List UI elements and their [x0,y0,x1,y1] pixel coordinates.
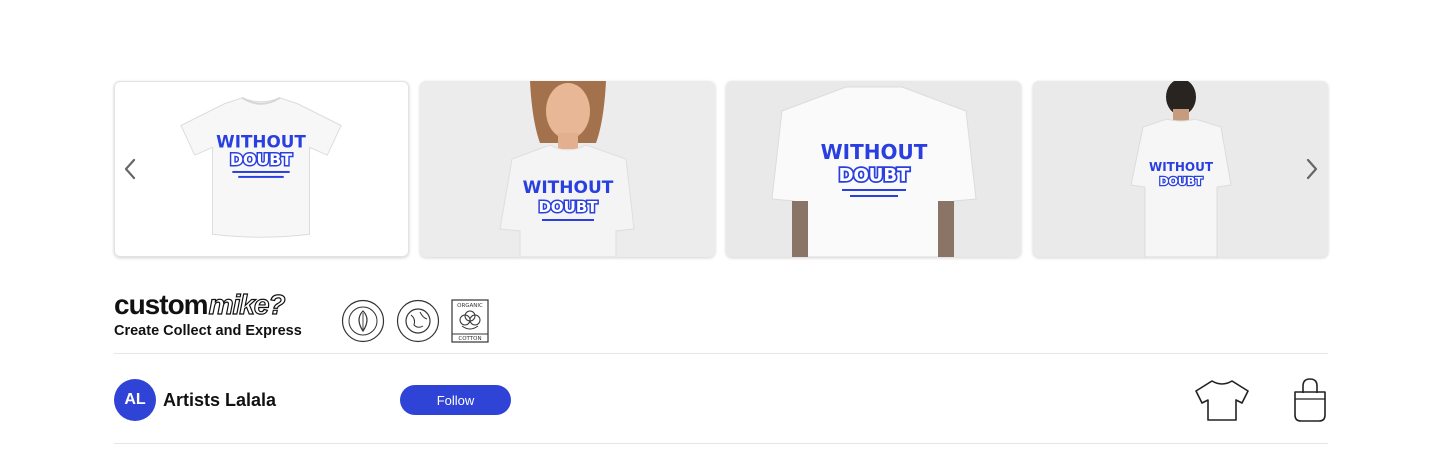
logo-part-mike: mike? [208,289,286,320]
gallery-image-flat-lay[interactable]: WITHOUT DOUBT [114,81,409,257]
gallery-image-model-back-full[interactable]: WITHOUT DOUBT [1033,81,1328,257]
certification-badges: ORGANIC COTTON [341,299,495,343]
leaf-seal-icon [341,299,385,343]
organic-cotton-icon: ORGANIC COTTON [451,299,495,343]
gallery-prev-button[interactable] [116,155,144,183]
divider [114,353,1328,354]
follow-button[interactable]: Follow [400,385,511,415]
tshirt-icon [1195,380,1249,421]
svg-text:DOUBT: DOUBT [230,150,292,169]
model-back-closeup-image: WITHOUT DOUBT [771,86,977,257]
svg-text:WITHOUT: WITHOUT [1149,160,1214,174]
shopping-bag-icon [1294,378,1326,422]
gallery-image-model-front[interactable]: WITHOUT DOUBT [420,81,715,257]
svg-text:WITHOUT: WITHOUT [216,131,306,151]
badge-bottom-text: COTTON [458,336,481,342]
svg-text:WITHOUT: WITHOUT [523,178,614,198]
brand-block: custom mike? Create Collect and Express [114,289,302,339]
svg-text:DOUBT: DOUBT [839,165,911,186]
avatar[interactable]: AL [114,379,156,421]
svg-text:WITHOUT: WITHOUT [821,140,928,164]
brand-tagline: Create Collect and Express [114,323,302,339]
artist-name[interactable]: Artists Lalala [163,390,276,411]
divider [114,443,1328,444]
svg-text:DOUBT: DOUBT [1159,175,1203,188]
shopping-bag-button[interactable] [1281,376,1339,424]
badge-top-text: ORGANIC [457,303,483,309]
tshirt-flat-image: WITHOUT DOUBT [180,96,342,238]
globe-seal-icon [396,299,440,343]
tshirt-button[interactable] [1193,376,1251,424]
gallery-next-button[interactable] [1298,155,1326,183]
chevron-right-icon [1306,158,1318,180]
product-gallery: WITHOUT DOUBT WITHOUT DOUBT WITHOUT DOUB… [114,81,1328,257]
gallery-image-model-back-closeup[interactable]: WITHOUT DOUBT [726,81,1021,257]
chevron-left-icon [124,158,136,180]
model-back-full-image: WITHOUT DOUBT [1130,81,1232,257]
artist-profile[interactable]: AL Artists Lalala [114,379,276,421]
logo-part-custom: custom [114,289,209,320]
brand-logo[interactable]: custom mike? [114,289,302,320]
svg-text:DOUBT: DOUBT [538,198,598,216]
model-front-image: WITHOUT DOUBT [499,81,635,257]
